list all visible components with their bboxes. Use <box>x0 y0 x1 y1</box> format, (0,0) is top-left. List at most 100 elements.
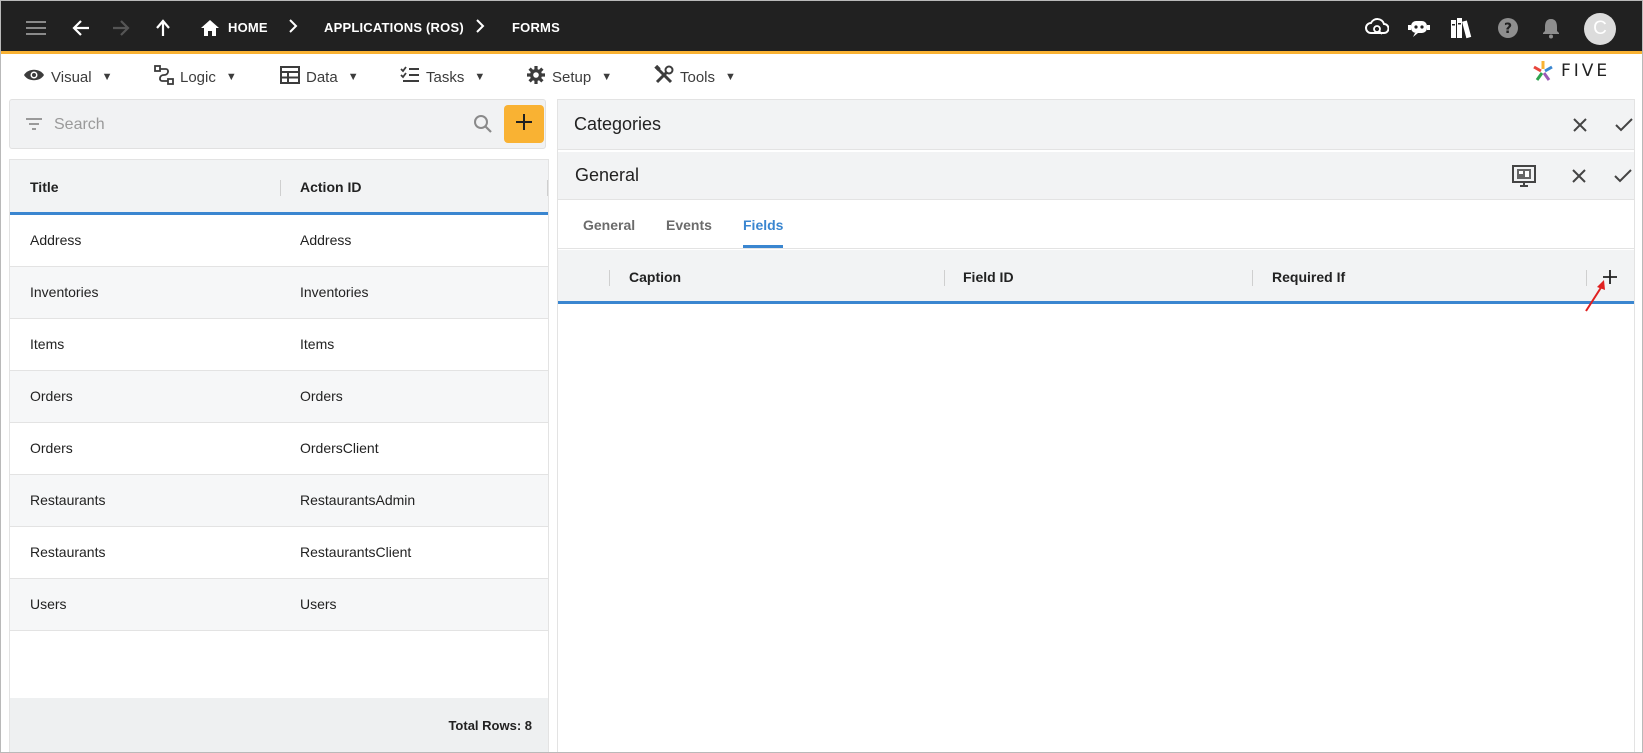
search-bar: Search <box>9 99 546 149</box>
add-record-button[interactable] <box>504 105 544 143</box>
row-title: Restaurants <box>30 544 106 560</box>
section-title-bar: General <box>558 152 1634 200</box>
svg-text:?: ? <box>1504 21 1512 37</box>
breadcrumb-applications[interactable]: APPLICATIONS (ROS) <box>324 20 464 35</box>
home-icon[interactable] <box>198 16 222 40</box>
total-rows-count: Total Rows: 8 <box>448 718 532 733</box>
row-action-id: RestaurantsAdmin <box>300 492 416 508</box>
gear-icon <box>526 65 546 89</box>
list-row[interactable]: Restaurants RestaurantsClient <box>10 527 548 579</box>
library-books-icon[interactable] <box>1450 16 1474 40</box>
annotation-arrow-icon <box>1585 280 1605 312</box>
row-action-id: Orders <box>300 388 343 404</box>
row-title: Orders <box>30 440 73 456</box>
list-row[interactable]: Address Address <box>10 215 548 267</box>
caret-down-icon: ▼ <box>601 71 613 83</box>
list-header: Title Action ID <box>10 160 548 215</box>
column-divider[interactable] <box>944 270 945 286</box>
row-action-id: Address <box>300 232 352 248</box>
column-header-required-if[interactable]: Required If <box>1272 269 1345 285</box>
check-icon[interactable] <box>1612 113 1636 137</box>
list-row[interactable]: Items Items <box>10 319 548 371</box>
chevron-right-icon <box>288 18 298 39</box>
row-action-id: RestaurantsClient <box>300 544 412 560</box>
detail-panel: Categories General General Events Fields… <box>557 99 1635 752</box>
breadcrumb-forms[interactable]: FORMS <box>512 20 560 35</box>
column-header-action-id[interactable]: Action ID <box>300 179 361 195</box>
checklist-icon <box>400 66 420 88</box>
row-action-id: Inventories <box>300 284 369 300</box>
detail-tabs: General Events Fields <box>558 201 1634 249</box>
tab-events[interactable]: Events <box>666 217 712 233</box>
check-icon[interactable] <box>1611 164 1635 188</box>
record-title-bar: Categories <box>558 100 1634 150</box>
record-title: Categories <box>574 114 662 134</box>
column-divider[interactable] <box>280 180 281 196</box>
caret-down-icon: ▼ <box>725 71 736 83</box>
row-title: Orders <box>30 388 73 404</box>
menu-logic[interactable]: Logic ▼ <box>154 65 237 89</box>
list-row[interactable]: Users Users <box>10 579 548 631</box>
search-input[interactable]: Search <box>54 116 105 134</box>
menu-visual[interactable]: Visual ▼ <box>23 65 112 89</box>
eye-icon <box>23 67 45 87</box>
close-icon[interactable] <box>1568 113 1592 137</box>
column-divider[interactable] <box>1252 270 1253 286</box>
row-title: Users <box>30 596 67 612</box>
up-arrow-icon[interactable] <box>151 16 175 40</box>
cloud-search-icon[interactable] <box>1365 16 1389 40</box>
search-icon[interactable] <box>473 114 493 139</box>
list-footer: Total Rows: 8 <box>10 698 548 752</box>
caret-down-icon: ▼ <box>347 71 359 83</box>
tab-fields[interactable]: Fields <box>743 217 783 233</box>
row-title: Inventories <box>30 284 99 300</box>
forward-arrow-icon[interactable] <box>109 16 133 40</box>
column-header-caption[interactable]: Caption <box>629 269 681 285</box>
tab-general[interactable]: General <box>583 217 635 233</box>
row-action-id: Items <box>300 336 335 352</box>
menu-tools[interactable]: Tools ▼ <box>654 64 736 89</box>
row-action-id: Users <box>300 596 337 612</box>
caret-down-icon: ▼ <box>225 71 237 83</box>
main-menu-bar: Visual ▼ Logic ▼ Data ▼ Tasks ▼ Setup ▼ … <box>1 57 1642 97</box>
back-arrow-icon[interactable] <box>69 16 93 40</box>
menu-tasks[interactable]: Tasks ▼ <box>400 65 485 89</box>
menu-tools-label: Tools <box>680 68 716 86</box>
menu-data-label: Data <box>306 68 338 86</box>
list-row[interactable]: Orders OrdersClient <box>10 423 548 475</box>
table-icon <box>280 66 300 88</box>
user-avatar[interactable]: C <box>1584 13 1616 45</box>
chevron-right-icon <box>475 18 485 39</box>
column-divider[interactable] <box>609 270 610 286</box>
breadcrumb-home[interactable]: HOME <box>228 20 268 35</box>
row-title: Address <box>30 232 82 248</box>
chat-bot-icon[interactable] <box>1407 16 1431 40</box>
menu-data[interactable]: Data ▼ <box>280 65 359 89</box>
column-divider[interactable] <box>547 180 548 196</box>
list-row[interactable]: Inventories Inventories <box>10 267 548 319</box>
list-row[interactable]: Restaurants RestaurantsAdmin <box>10 475 548 527</box>
row-title: Items <box>30 336 65 352</box>
fields-grid-header: Caption Field ID Required If <box>558 250 1634 304</box>
column-header-field-id[interactable]: Field ID <box>963 269 1014 285</box>
forms-list: Title Action ID Address Address Inventor… <box>9 159 549 752</box>
help-icon[interactable]: ? <box>1496 16 1520 40</box>
menu-tasks-label: Tasks <box>426 68 465 86</box>
app-window: HOME APPLICATIONS (ROS) FORMS ? C Visual… <box>0 0 1643 753</box>
caret-down-icon: ▼ <box>474 71 486 83</box>
close-icon[interactable] <box>1567 164 1591 188</box>
menu-visual-label: Visual <box>51 68 92 86</box>
menu-setup[interactable]: Setup ▼ <box>526 65 612 89</box>
column-header-title[interactable]: Title <box>30 179 59 195</box>
form-preview-icon[interactable] <box>1512 164 1536 188</box>
filter-icon[interactable] <box>25 117 43 136</box>
menu-logic-label: Logic <box>180 68 216 86</box>
five-logo: FIVE <box>1531 59 1610 83</box>
active-tab-indicator <box>743 245 783 248</box>
hamburger-menu-icon[interactable] <box>24 16 48 40</box>
notifications-bell-icon[interactable] <box>1539 16 1563 40</box>
row-action-id: OrdersClient <box>300 440 379 456</box>
section-title: General <box>575 165 640 185</box>
plus-icon <box>515 113 533 136</box>
list-row[interactable]: Orders Orders <box>10 371 548 423</box>
